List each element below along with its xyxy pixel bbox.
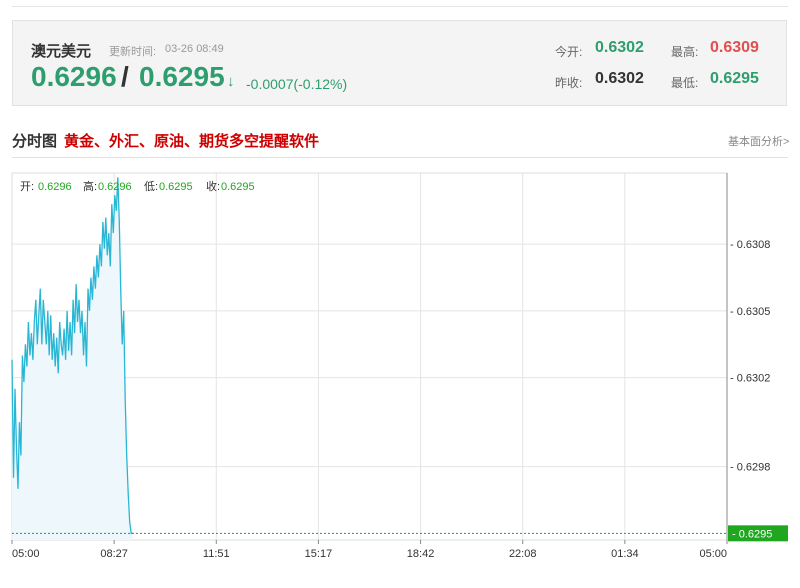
update-time-label: 更新时间:	[109, 46, 157, 58]
fundamental-analysis-link[interactable]: 基本面分析>	[728, 133, 789, 149]
quote-panel: 澳元美元 更新时间: 03-26 08:49 0.6296 / 0.6295 ↓…	[12, 20, 787, 106]
x-tick-label: 18:42	[407, 548, 435, 560]
prev-close-value: 0.6302	[595, 70, 644, 87]
ohlc-open-label: 开:	[20, 181, 34, 193]
ohlc-low-value: 0.6295	[159, 181, 193, 193]
bid-price: 0.6296	[31, 61, 117, 92]
ohlc-high-label: 高:	[83, 179, 97, 193]
x-tick-label: 11:51	[203, 548, 230, 560]
y-tick-label: - 0.6302	[730, 373, 770, 385]
ohlc-open-value: 0.6296	[38, 181, 72, 193]
x-axis-labels: 05:00 08:27 11:51 15:17 18:42 22:08 01:34 05:00	[11, 540, 728, 560]
down-arrow-icon: ↓	[227, 73, 235, 90]
ohlc-low-label: 低:	[144, 180, 158, 193]
open-value: 0.6302	[595, 39, 644, 56]
low-label: 最低:	[671, 76, 699, 90]
low-value: 0.6295	[710, 70, 759, 87]
y-tick-label: - 0.6305	[730, 306, 770, 318]
x-tick-label: 05:00	[699, 548, 727, 560]
ohlc-high-value: 0.6296	[98, 181, 132, 193]
y-axis-labels: - 0.6308 - 0.6305 - 0.6302 - 0.6298	[730, 239, 770, 473]
x-tick-label: 05:00	[12, 548, 40, 560]
y-tick-label: - 0.6308	[730, 239, 770, 251]
update-time-value: 03-26 08:49	[165, 43, 224, 55]
x-tick-label: 01:34	[611, 548, 639, 560]
section-title: 分时图	[12, 133, 58, 150]
high-value: 0.6309	[710, 39, 759, 56]
price-area	[12, 177, 133, 540]
price-area-fill	[12, 177, 133, 540]
intraday-chart[interactable]: - 0.6295 - 0.6308 - 0.6305 - 0.6302 - 0.629…	[0, 165, 800, 588]
symbol-name: 澳元美元	[31, 43, 92, 60]
x-tick-label: 08:27	[100, 548, 128, 560]
ask-price: 0.6295	[139, 61, 225, 92]
x-tick-label: 22:08	[509, 548, 537, 560]
current-price-label: - 0.6295	[732, 528, 772, 540]
ohlc-close-value: 0.6295	[221, 181, 255, 193]
top-divider	[12, 6, 788, 7]
price-separator: /	[121, 61, 129, 92]
x-tick-label: 15:17	[305, 548, 333, 560]
chart-svg[interactable]: - 0.6295 - 0.6308 - 0.6305 - 0.6302 - 0.629…	[0, 165, 800, 588]
section-divider	[12, 157, 788, 158]
ohlc-readout: 开: 0.6296 高: 0.6296 低: 0.6295 收: 0.6295	[20, 179, 255, 193]
open-label: 今开:	[555, 45, 583, 59]
prev-close-label: 昨收:	[555, 76, 583, 90]
ohlc-close-label: 收:	[206, 179, 220, 193]
promo-link[interactable]: 黄金、外汇、原油、期货多空提醒软件	[64, 130, 319, 151]
y-tick-label: - 0.6298	[730, 462, 770, 474]
high-label: 最高:	[671, 45, 699, 59]
price-change: -0.0007(-0.12%)	[246, 76, 348, 92]
